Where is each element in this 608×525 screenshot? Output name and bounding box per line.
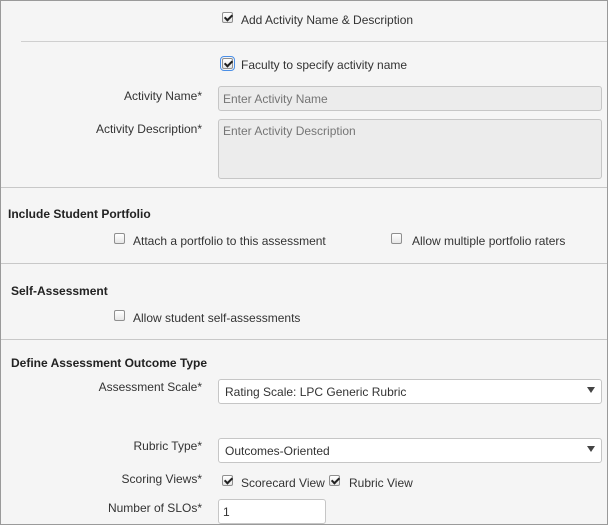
- chevron-down-icon: [587, 446, 595, 452]
- chevron-down-icon: [587, 387, 595, 393]
- section-divider: [1, 187, 607, 188]
- activity-name-input[interactable]: [218, 86, 602, 111]
- add-activity-checkbox[interactable]: [222, 12, 233, 23]
- portfolio-heading: Include Student Portfolio: [8, 207, 151, 221]
- attach-portfolio-checkbox[interactable]: [114, 233, 125, 244]
- activity-name-label: Activity Name*: [123, 89, 202, 103]
- scoring-views-label: Scoring Views*: [121, 472, 202, 486]
- rubric-view-checkbox[interactable]: [329, 475, 340, 486]
- number-of-slos-label: Number of SLOs*: [107, 501, 202, 515]
- add-activity-label: Add Activity Name & Description: [241, 13, 414, 27]
- assessment-scale-select[interactable]: Rating Scale: LPC Generic Rubric: [218, 379, 602, 404]
- scorecard-view-checkbox[interactable]: [222, 475, 233, 486]
- section-divider: [1, 263, 607, 264]
- attach-portfolio-label: Attach a portfolio to this assessment: [133, 234, 326, 248]
- activity-description-input[interactable]: [218, 119, 602, 179]
- activity-description-label: Activity Description*: [95, 122, 202, 136]
- number-of-slos-input[interactable]: [218, 499, 326, 524]
- rubric-view-label: Rubric View: [349, 476, 413, 490]
- assessment-scale-value: Rating Scale: LPC Generic Rubric: [225, 385, 407, 399]
- scorecard-view-label: Scorecard View: [241, 476, 325, 490]
- assessment-scale-label: Assessment Scale*: [98, 380, 202, 394]
- rubric-type-label: Rubric Type*: [133, 439, 202, 453]
- multiple-raters-label: Allow multiple portfolio raters: [412, 234, 566, 248]
- self-assessment-checkbox[interactable]: [114, 310, 125, 321]
- multiple-raters-checkbox[interactable]: [391, 233, 402, 244]
- self-assessment-label: Allow student self-assessments: [133, 311, 301, 325]
- rubric-type-select[interactable]: Outcomes-Oriented: [218, 438, 602, 463]
- section-divider: [1, 339, 607, 340]
- self-assessment-heading: Self-Assessment: [11, 284, 108, 298]
- outcome-heading: Define Assessment Outcome Type: [11, 356, 208, 370]
- divider: [21, 41, 607, 42]
- assessment-settings-form: Add Activity Name & Description Faculty …: [0, 0, 608, 525]
- faculty-specify-checkbox[interactable]: [220, 56, 235, 71]
- rubric-type-value: Outcomes-Oriented: [225, 444, 330, 458]
- faculty-specify-label: Faculty to specify activity name: [241, 58, 408, 72]
